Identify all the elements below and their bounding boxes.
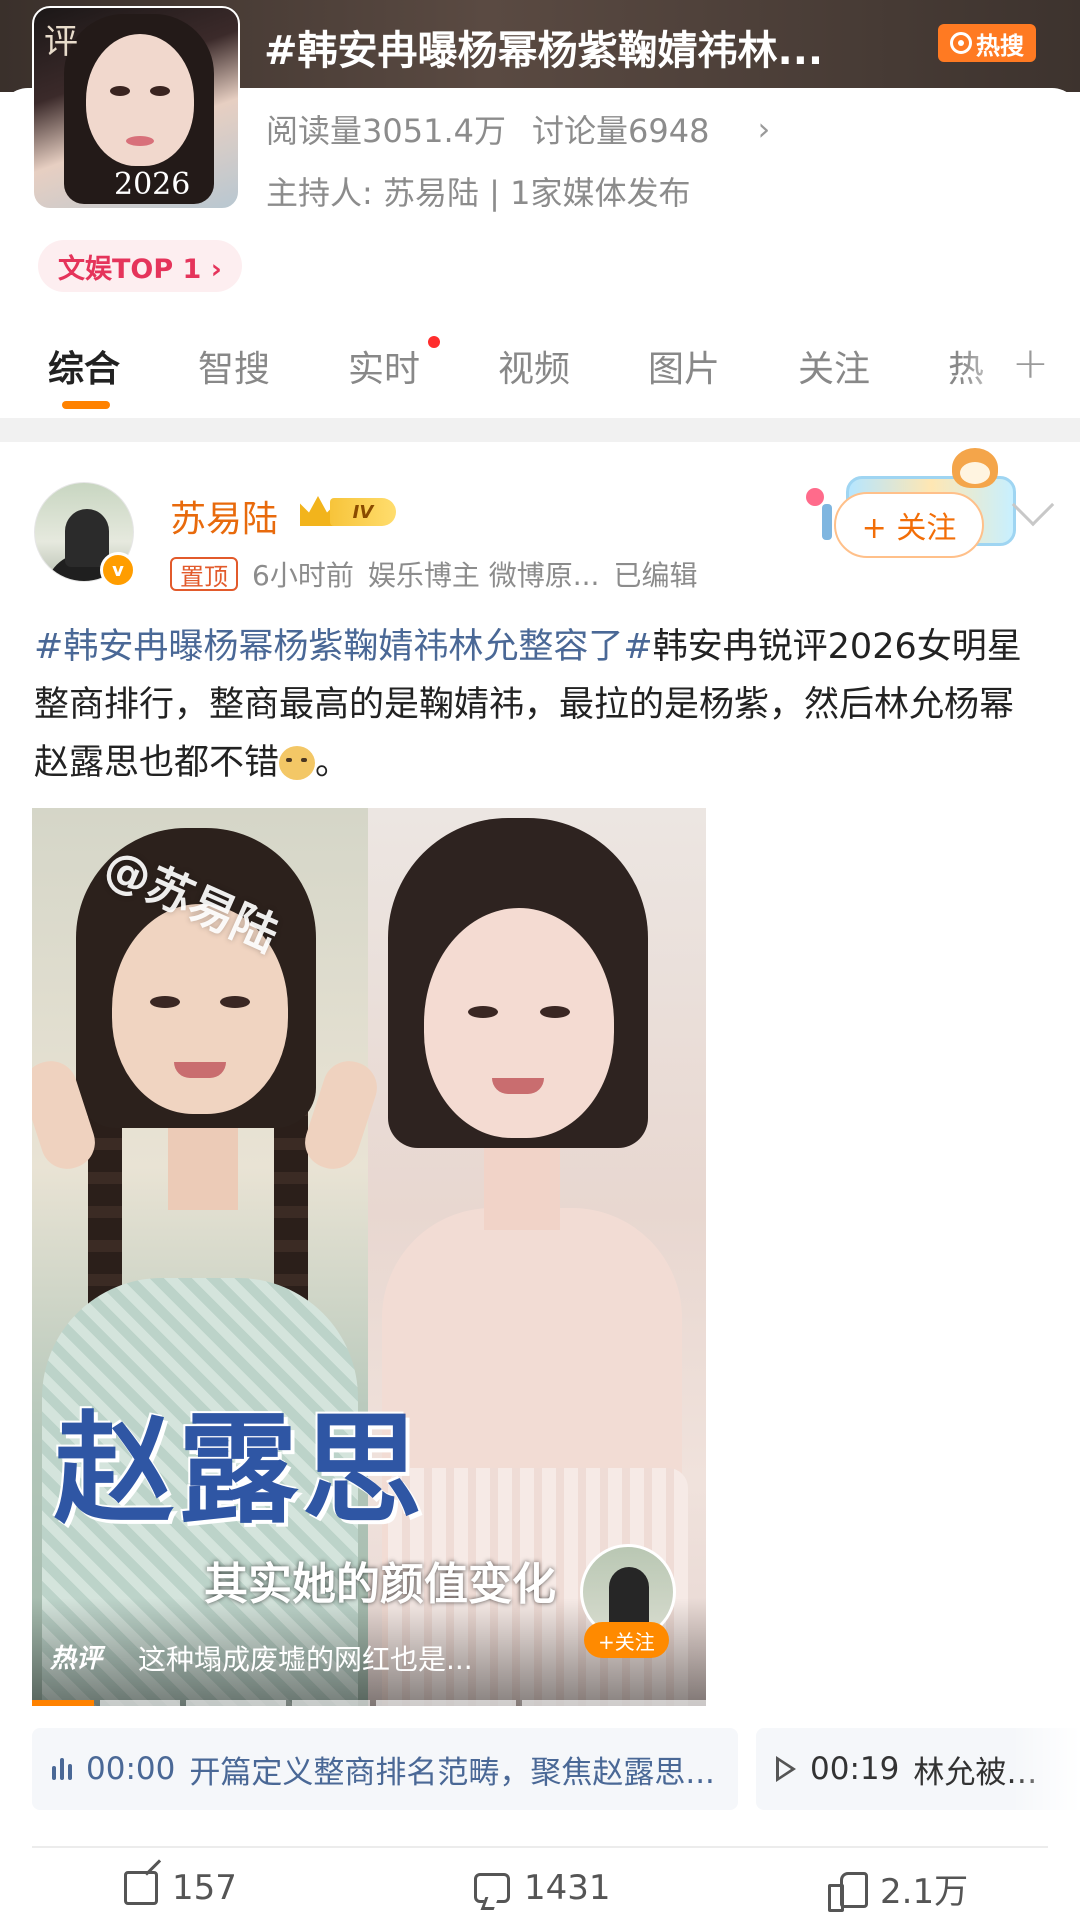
repost-count: 157 [172, 1868, 237, 1908]
tab-fade [960, 330, 1020, 420]
cover-char: 评 [44, 22, 78, 62]
hot-comment-text[interactable]: 这种塌成废墟的网红也是... [138, 1638, 473, 1678]
video-subtitle: 其实她的颜值变化 [204, 1559, 556, 1610]
repost-icon [124, 1871, 158, 1905]
promo-knob [822, 504, 832, 540]
eye-left [150, 996, 180, 1008]
topic-cover-image: 评 2026 [32, 6, 240, 210]
tab-comprehensive[interactable]: 综合 [48, 340, 120, 392]
smile-right [492, 1078, 544, 1094]
pinned-tag: 置顶 [170, 557, 238, 591]
topic-header: 阅读量3051.4万 讨论量6948 › 主持人: 苏易陆 | 1家媒体发布 文… [0, 0, 1080, 330]
play-icon [776, 1756, 796, 1782]
progress-played [32, 1700, 94, 1706]
post-end-punct: 。 [315, 743, 351, 783]
post-text: #韩安冉曝杨幂杨紫鞠婧祎林允整容了#韩安冉锐评2026女明星整商排行，整商最高的… [34, 618, 1046, 792]
video-player[interactable]: @苏易陆 赵露思 其实她的颜值变化 +关注 热评 这种塌成废墟的网红也是... [32, 808, 706, 1706]
tab-active-indicator [62, 401, 110, 409]
eye-right [468, 1006, 498, 1018]
shiba-dog-icon [952, 448, 998, 488]
tab-images[interactable]: 图片 [648, 340, 720, 392]
like-button[interactable]: 2.1万 [828, 1858, 968, 1918]
like-count: 2.1万 [880, 1871, 969, 1912]
edited-label[interactable]: 已编辑 [613, 554, 697, 594]
video-follow-button[interactable]: +关注 [584, 1622, 669, 1658]
notification-dot [428, 336, 440, 348]
hot-search-badge[interactable]: 热搜 [938, 24, 1036, 62]
comment-count: 1431 [524, 1868, 611, 1908]
promo-star-icon [806, 488, 824, 506]
hot-search-label: 热搜 [976, 31, 1024, 60]
video-progress-bar[interactable] [32, 1700, 706, 1706]
video-title-overlay: 赵露思 [54, 1399, 426, 1540]
chapter-fade [1012, 1728, 1080, 1810]
tab-smart-search[interactable]: 智搜 [198, 340, 270, 392]
progress-segment [100, 1700, 180, 1706]
chapter-time: 00:19 [810, 1751, 900, 1787]
topic-title: #韩安冉曝杨幂杨紫鞠婧祎林... [264, 28, 824, 74]
chevron-down-icon[interactable] [1011, 483, 1055, 527]
hot-comment-label: 热评 [50, 1644, 103, 1674]
comment-icon [474, 1873, 510, 1903]
verified-icon: v [100, 552, 136, 588]
doge-emoji-icon [279, 746, 316, 780]
progress-segment [292, 1700, 370, 1706]
topic-hashtag-link[interactable]: #韩安冉曝杨幂杨紫鞠婧祎林允整容了# [34, 627, 653, 667]
post-source: 娱乐博主 微博原... [367, 559, 600, 592]
tab-realtime[interactable]: 实时 [348, 340, 420, 392]
add-tab-icon[interactable]: + [1012, 338, 1049, 389]
topic-host[interactable]: 主持人: 苏易陆 | 1家媒体发布 [266, 168, 690, 214]
section-divider [0, 418, 1080, 442]
cover-eye [110, 86, 130, 96]
chapter-title: 开篇定义整商排名范畴，聚焦赵露思... [189, 1754, 715, 1791]
tab-video[interactable]: 视频 [498, 340, 570, 392]
tab-bar: 综合 智搜 实时 视频 图片 关注 热 + [0, 330, 1080, 426]
playing-bars-icon [52, 1758, 72, 1780]
level-label: IV [330, 498, 396, 526]
video-chapters: 00:00 开篇定义整商排名范畴，聚焦赵露思... 00:19 林允被评分 [32, 1728, 1080, 1810]
post-action-bar: 157 1431 2.1万 [0, 1848, 1080, 1928]
chapter-item[interactable]: 00:00 开篇定义整商排名范畴，聚焦赵露思... [32, 1728, 738, 1810]
cover-face [86, 34, 194, 166]
avatar-figure [65, 509, 109, 567]
author-name[interactable]: 苏易陆 [170, 490, 278, 542]
cover-eye [150, 86, 170, 96]
progress-segment [522, 1700, 706, 1706]
repost-button[interactable]: 157 [124, 1858, 237, 1918]
rank-badge[interactable]: 文娱TOP 1 › [38, 240, 242, 292]
tab-following[interactable]: 关注 [798, 340, 870, 392]
level-badge[interactable]: IV [300, 494, 400, 530]
post-time: 6小时前 [252, 559, 354, 592]
comment-button[interactable]: 1431 [474, 1858, 611, 1918]
discuss-count: 讨论量6948 [531, 112, 710, 150]
cover-lips [126, 136, 154, 146]
eye-right [540, 1006, 570, 1018]
cover-year: 2026 [114, 167, 191, 202]
eye-left [220, 996, 250, 1008]
chevron-right-icon[interactable]: › [757, 110, 770, 148]
read-count: 阅读量3051.4万 [266, 112, 506, 150]
post-card: v 苏易陆 IV 置顶 6小时前 娱乐博主 微博原... 已编辑 机 + 关注 … [0, 442, 1080, 1928]
progress-segment [186, 1700, 286, 1706]
topic-stats[interactable]: 阅读量3051.4万 讨论量6948 › [266, 106, 770, 152]
progress-segment [376, 1700, 516, 1706]
thumbs-up-icon [828, 1870, 868, 1912]
face-right [424, 908, 614, 1138]
smile-left [174, 1062, 226, 1078]
hot-search-icon [950, 32, 972, 54]
follow-button[interactable]: + 关注 [834, 492, 984, 558]
chapter-time: 00:00 [86, 1751, 176, 1787]
post-meta: 置顶 6小时前 娱乐博主 微博原... 已编辑 [170, 554, 697, 594]
